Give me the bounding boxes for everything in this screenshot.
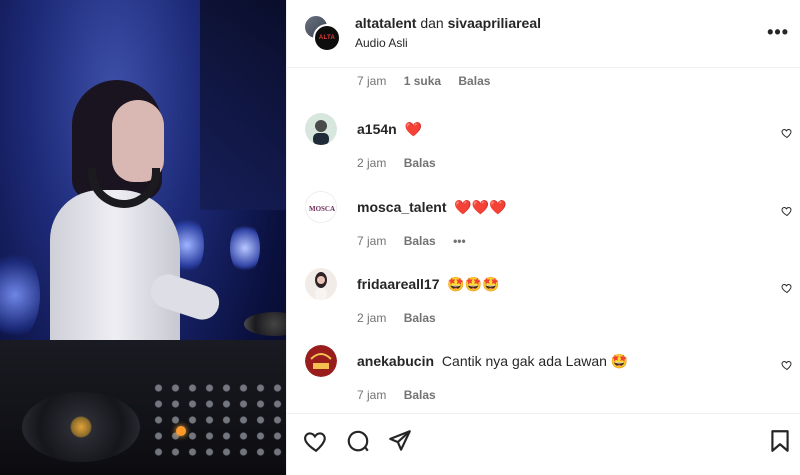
like-heart-icon[interactable] xyxy=(781,205,793,217)
svg-text:MOSCA: MOSCA xyxy=(309,205,335,213)
reply-button[interactable]: Balas xyxy=(404,234,436,248)
connector-text: dan xyxy=(420,15,444,31)
post-video[interactable] xyxy=(0,0,286,475)
reply-button[interactable]: Balas xyxy=(404,388,436,402)
like-heart-icon[interactable] xyxy=(781,282,793,294)
heart-icon[interactable] xyxy=(303,428,329,454)
username-link[interactable]: a154n xyxy=(357,121,397,137)
likes-count[interactable]: 1 suka xyxy=(404,74,441,88)
more-options-icon[interactable]: ••• xyxy=(767,22,789,43)
avatar[interactable]: ALTA xyxy=(313,24,341,52)
comment-list: 7 jam 1 suka Balas a154n ❤️ 2 jam Balas … xyxy=(287,68,800,413)
comment-text: Cantik nya gak ada Lawan 🤩 xyxy=(441,353,629,369)
comment-text: ❤️ xyxy=(404,121,423,137)
collab-avatars[interactable]: ALTA xyxy=(303,14,343,54)
avatar[interactable]: MOSCA xyxy=(305,191,337,223)
more-options-icon[interactable]: ••• xyxy=(453,234,466,248)
reply-button[interactable]: Balas xyxy=(404,156,436,170)
avatar[interactable] xyxy=(305,268,337,300)
comments-panel: ALTA altatalent dan sivaapriliareal Audi… xyxy=(286,0,800,475)
reply-button[interactable]: Balas xyxy=(404,311,436,325)
comment-text: ❤️❤️❤️ xyxy=(454,199,507,215)
username-link[interactable]: anekabucin xyxy=(357,353,434,369)
post-header: ALTA altatalent dan sivaapriliareal Audi… xyxy=(287,0,800,68)
comment-text: 🤩🤩🤩 xyxy=(447,276,500,292)
username-link[interactable]: sivaapriliareal xyxy=(448,15,541,31)
like-heart-icon[interactable] xyxy=(781,359,793,371)
share-icon[interactable] xyxy=(387,428,413,454)
list-item: anekabucin Cantik nya gak ada Lawan 🤩 7 … xyxy=(287,345,800,413)
comment-meta: 7 jam 1 suka Balas xyxy=(357,74,491,88)
reply-button[interactable]: Balas xyxy=(458,74,490,88)
list-item: a154n ❤️ 2 jam Balas xyxy=(287,113,800,190)
avatar[interactable] xyxy=(305,113,337,145)
like-heart-icon[interactable] xyxy=(781,127,793,139)
username-link[interactable]: fridaareall17 xyxy=(357,276,440,292)
comment-icon[interactable] xyxy=(345,428,371,454)
bookmark-icon[interactable] xyxy=(767,428,793,454)
audio-link[interactable]: Audio Asli xyxy=(355,36,541,50)
avatar[interactable] xyxy=(305,345,337,377)
action-bar xyxy=(287,413,800,475)
list-item: MOSCA mosca_talent ❤️❤️❤️ 7 jam Balas ••… xyxy=(287,191,800,268)
username-link[interactable]: mosca_talent xyxy=(357,199,446,215)
username-link[interactable]: altatalent xyxy=(355,15,416,31)
list-item: fridaareall17 🤩🤩🤩 2 jam Balas xyxy=(287,268,800,345)
